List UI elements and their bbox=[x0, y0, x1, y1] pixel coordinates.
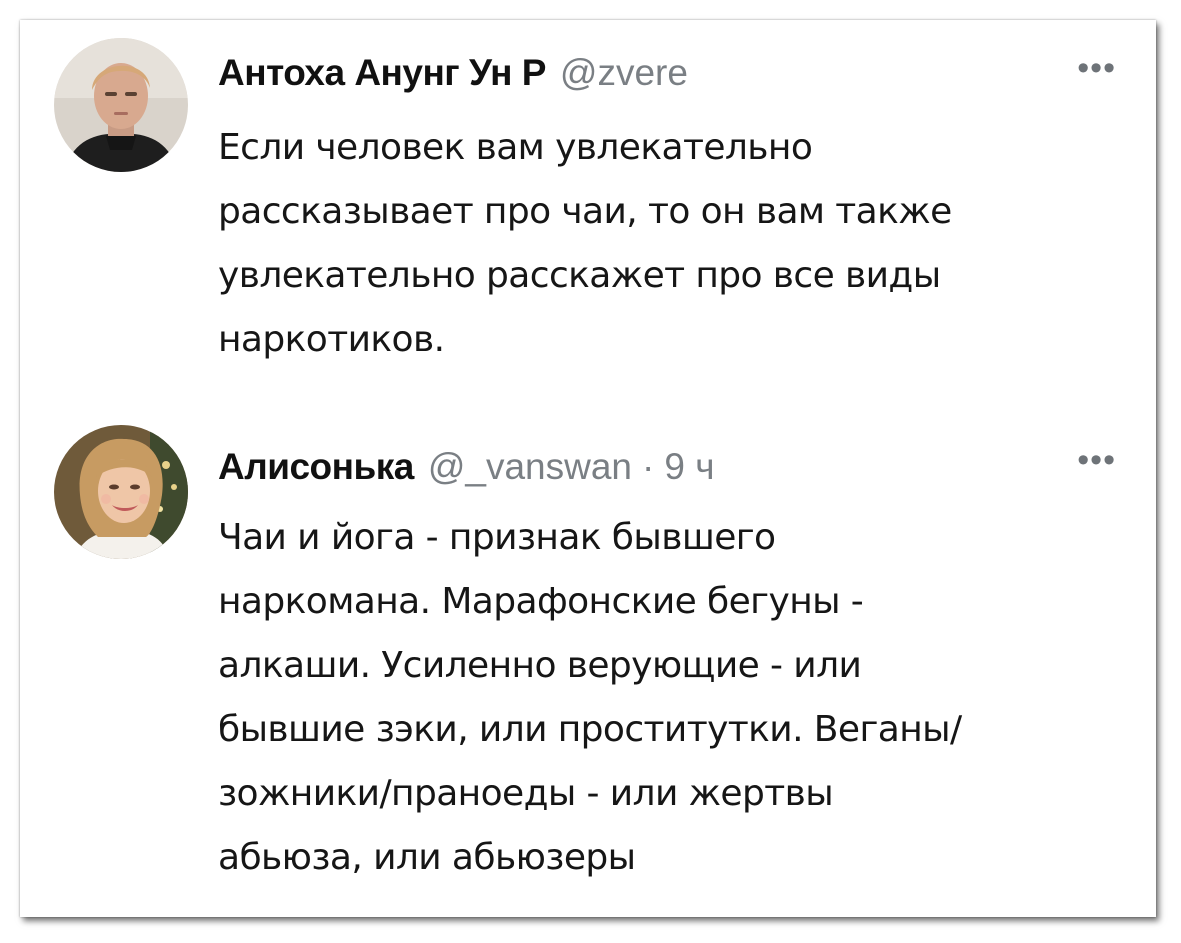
screenshot-frame: Антоха Анунг Ун Р @zvere ••• Если человек… bbox=[20, 20, 1156, 917]
tweet-text-line: рассказывает про чаи, то он вам также bbox=[218, 191, 952, 232]
meta-separator: · bbox=[642, 446, 655, 487]
tweet-text-line: наркотиков. bbox=[218, 319, 445, 360]
tweet-text: Чаи и йога - признак бывшего наркомана. … bbox=[218, 506, 1138, 890]
more-options-button[interactable]: ••• bbox=[1077, 48, 1116, 88]
tweet-timestamp[interactable]: 9 ч bbox=[664, 446, 714, 487]
tweet-text-line: абьюза, или абьюзеры bbox=[218, 837, 636, 878]
more-horizontal-icon: ••• bbox=[1077, 441, 1116, 479]
tweet-text-line: Чаи и йога - признак бывшего bbox=[218, 517, 776, 558]
author-name[interactable]: Алисонька bbox=[218, 446, 414, 487]
tweet[interactable]: Алисонька @_vanswan · 9 ч ••• Чаи и йога - … bbox=[20, 410, 1156, 917]
tweet-text-line: Если человек вам увлекательно bbox=[218, 127, 813, 168]
author-name[interactable]: Антоха Анунг Ун Р bbox=[218, 53, 546, 93]
tweet-text: Если человек вам увлекательно рассказыва… bbox=[218, 116, 1138, 372]
tweet-text-line: бывшие зэки, или проститутки. Веганы/ bbox=[218, 709, 962, 750]
tweet-text-line: алкаши. Усиленно верующие - или bbox=[218, 645, 862, 686]
more-horizontal-icon: ••• bbox=[1077, 49, 1116, 87]
tweet[interactable]: Антоха Анунг Ун Р @zvere ••• Если человек… bbox=[20, 20, 1156, 410]
tweet-text-line: увлекательно расскажет про все виды bbox=[218, 255, 941, 296]
tweet-header: Антоха Анунг Ун Р @zvere bbox=[218, 53, 688, 93]
avatar[interactable] bbox=[54, 38, 188, 172]
avatar-photo-woman bbox=[54, 425, 188, 559]
author-handle[interactable]: @zvere bbox=[560, 52, 688, 93]
tweet-header: Алисонька @_vanswan · 9 ч bbox=[218, 447, 714, 487]
author-handle[interactable]: @_vanswan bbox=[428, 446, 632, 487]
avatar[interactable] bbox=[54, 425, 188, 559]
avatar-photo-man bbox=[54, 38, 188, 172]
more-options-button[interactable]: ••• bbox=[1077, 440, 1116, 480]
tweet-text-line: зожники/праноеды - или жертвы bbox=[218, 773, 834, 814]
tweet-text-line: наркомана. Марафонские бегуны - bbox=[218, 581, 864, 622]
